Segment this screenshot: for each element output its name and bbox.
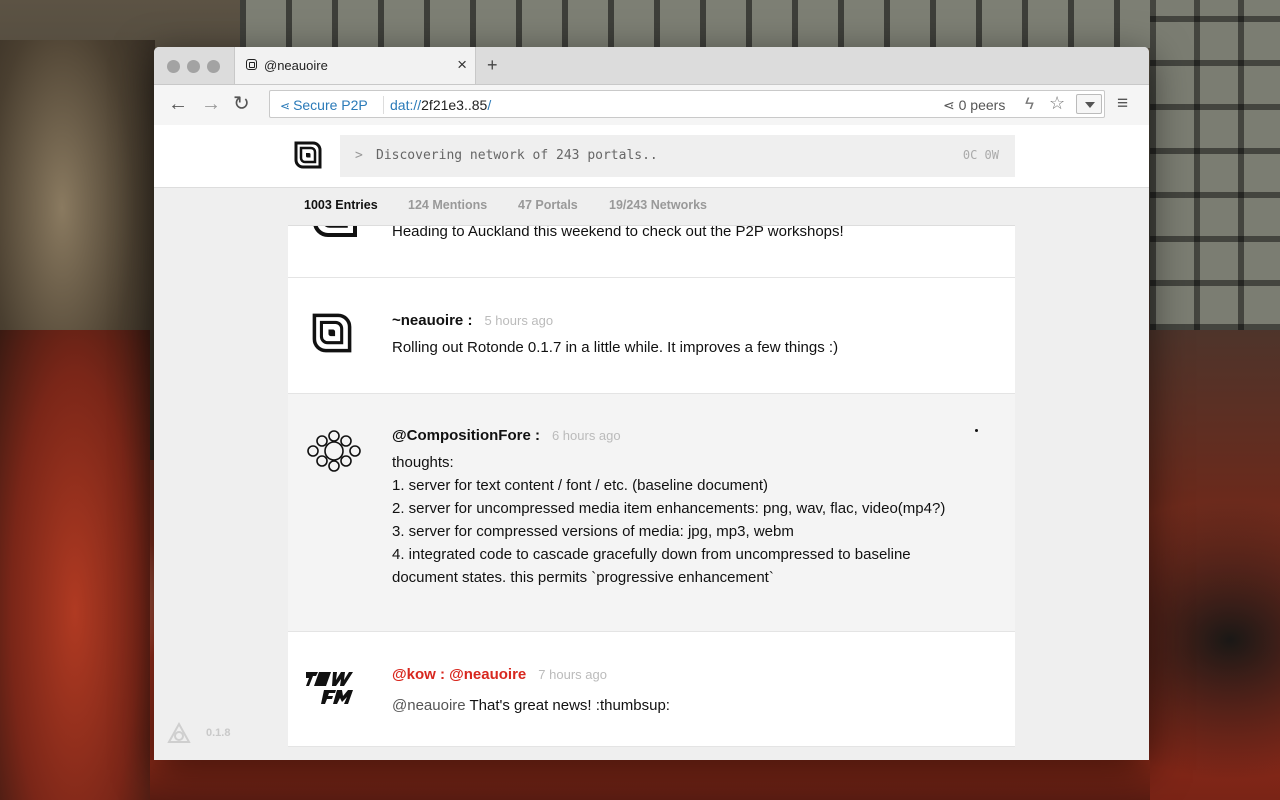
entry-author[interactable]: @kow : @neauoire 7 hours ago	[392, 666, 607, 683]
mention-link[interactable]: @neauoire	[392, 697, 466, 714]
url-scheme: dat://	[390, 97, 422, 113]
window-minimize-button[interactable]	[187, 60, 200, 73]
url-bar[interactable]: ⋖ Secure P2P dat://2f21e3..85/ ⋖ 0 peers …	[269, 90, 1105, 118]
share-icon: ⋖	[280, 99, 291, 113]
version-label: 0.1.8	[206, 727, 231, 739]
rotonde-header: > Discovering network of 243 portals.. 0…	[154, 125, 1149, 188]
url-tail: /	[487, 97, 492, 113]
browser-tab[interactable]: @neauoire ×	[234, 47, 476, 84]
avatar-flower-icon[interactable]	[306, 430, 362, 472]
tab-networks[interactable]: 19/243 Networks	[609, 198, 707, 212]
command-prompt: >	[355, 148, 363, 163]
entry-author[interactable]: @CompositionFore : 6 hours ago	[392, 427, 621, 444]
window-close-button[interactable]	[167, 60, 180, 73]
forward-icon[interactable]: →	[201, 91, 221, 117]
avatar-kowfm-icon[interactable]	[306, 670, 366, 706]
feed-entry: Heading to Auckland this weekend to chec…	[288, 226, 1015, 278]
back-icon[interactable]: ←	[168, 91, 188, 117]
feed-entry: @CompositionFore : 6 hours ago thoughts: …	[288, 394, 1015, 632]
entry-options-dot[interactable]	[975, 429, 978, 432]
entry-message: Rolling out Rotonde 0.1.7 in a little wh…	[392, 339, 839, 356]
tab-entries[interactable]: 1003 Entries	[304, 198, 378, 212]
wallpaper-bottom	[150, 760, 1150, 800]
message-line: thoughts:	[392, 454, 454, 471]
avatar-rotonde-icon[interactable]	[310, 311, 354, 355]
feed-entry: @kow : @neauoire 7 hours ago @neauoire Th…	[288, 632, 1015, 747]
entry-author[interactable]: ~neauoire : 5 hours ago	[392, 312, 553, 329]
feed-entry: ~neauoire : 5 hours ago Rolling out Roton…	[288, 278, 1015, 394]
message-text: That's great news! :thumbsup:	[469, 697, 670, 714]
bookmark-star-icon[interactable]: ☆	[1049, 93, 1065, 114]
peers-label: 0 peers	[958, 97, 1006, 113]
author-name[interactable]: ~neauoire :	[392, 312, 472, 329]
message-line: 1. server for text content / font / etc.…	[392, 477, 769, 494]
browser-window: @neauoire × + ← → ↻ ⋖ Secure P2P dat://2f…	[154, 47, 1149, 760]
rotonde-logo-icon	[294, 141, 322, 169]
url-text: dat://2f21e3..85/	[390, 97, 491, 113]
command-text: Discovering network of 243 portals..	[376, 148, 658, 163]
tab-bar: @neauoire × +	[154, 47, 1149, 84]
message-line: 2. server for uncompressed media item en…	[392, 500, 946, 517]
feed-list: Heading to Auckland this weekend to chec…	[288, 226, 1015, 760]
secure-badge[interactable]: ⋖ Secure P2P	[280, 97, 368, 113]
tab-close-icon[interactable]: ×	[457, 55, 467, 75]
reload-icon[interactable]: ↻	[233, 91, 250, 117]
entry-message: @neauoire That's great news! :thumbsup:	[392, 694, 952, 717]
hamburger-menu-icon[interactable]: ≡	[1117, 92, 1128, 116]
window-zoom-button[interactable]	[207, 60, 220, 73]
message-line: 4. integrated code to cascade gracefully…	[392, 546, 911, 586]
entry-message: thoughts: 1. server for text content / f…	[392, 451, 952, 589]
wallpaper-grid-top	[240, 0, 1150, 48]
secure-label: Secure P2P	[293, 97, 368, 113]
site-menu-dropdown-button[interactable]	[1076, 94, 1102, 114]
nav-bar: ← → ↻ ⋖ Secure P2P dat://2f21e3..85/ ⋖ 0 …	[154, 84, 1149, 126]
entry-time: 6 hours ago	[551, 428, 621, 443]
author-name[interactable]: @CompositionFore :	[392, 427, 540, 444]
entry-time: 5 hours ago	[484, 313, 554, 328]
wallpaper-grid	[1150, 0, 1280, 330]
tab-mentions[interactable]: 124 Mentions	[408, 198, 487, 212]
page-content: > Discovering network of 243 portals.. 0…	[154, 125, 1149, 760]
wallpaper-red-seat	[0, 330, 150, 800]
peers-indicator[interactable]: ⋖ 0 peers	[943, 97, 1005, 114]
lightning-icon[interactable]: ϟ	[1025, 94, 1034, 114]
message-line: 3. server for compressed versions of med…	[392, 523, 794, 540]
feed-tabs: 1003 Entries 124 Mentions 47 Portals 19/…	[288, 187, 1015, 226]
favicon-icon	[246, 59, 257, 70]
tab-portals[interactable]: 47 Portals	[518, 198, 578, 212]
author-name[interactable]: @kow : @neauoire	[392, 666, 526, 683]
avatar-rotonde-icon[interactable]	[310, 226, 360, 240]
rotonde-footer-logo-icon	[167, 721, 191, 743]
char-word-count: 0C 0W	[962, 148, 999, 162]
url-divider	[383, 96, 384, 114]
command-input[interactable]: > Discovering network of 243 portals.. 0…	[340, 135, 1015, 177]
url-host: 2f21e3..85	[421, 97, 488, 113]
entry-time: 7 hours ago	[538, 667, 607, 682]
new-tab-icon[interactable]: +	[487, 54, 498, 76]
peers-share-icon: ⋖	[943, 97, 955, 113]
entry-message: Heading to Auckland this weekend to chec…	[392, 226, 844, 240]
tab-title: @neauoire	[264, 58, 328, 73]
